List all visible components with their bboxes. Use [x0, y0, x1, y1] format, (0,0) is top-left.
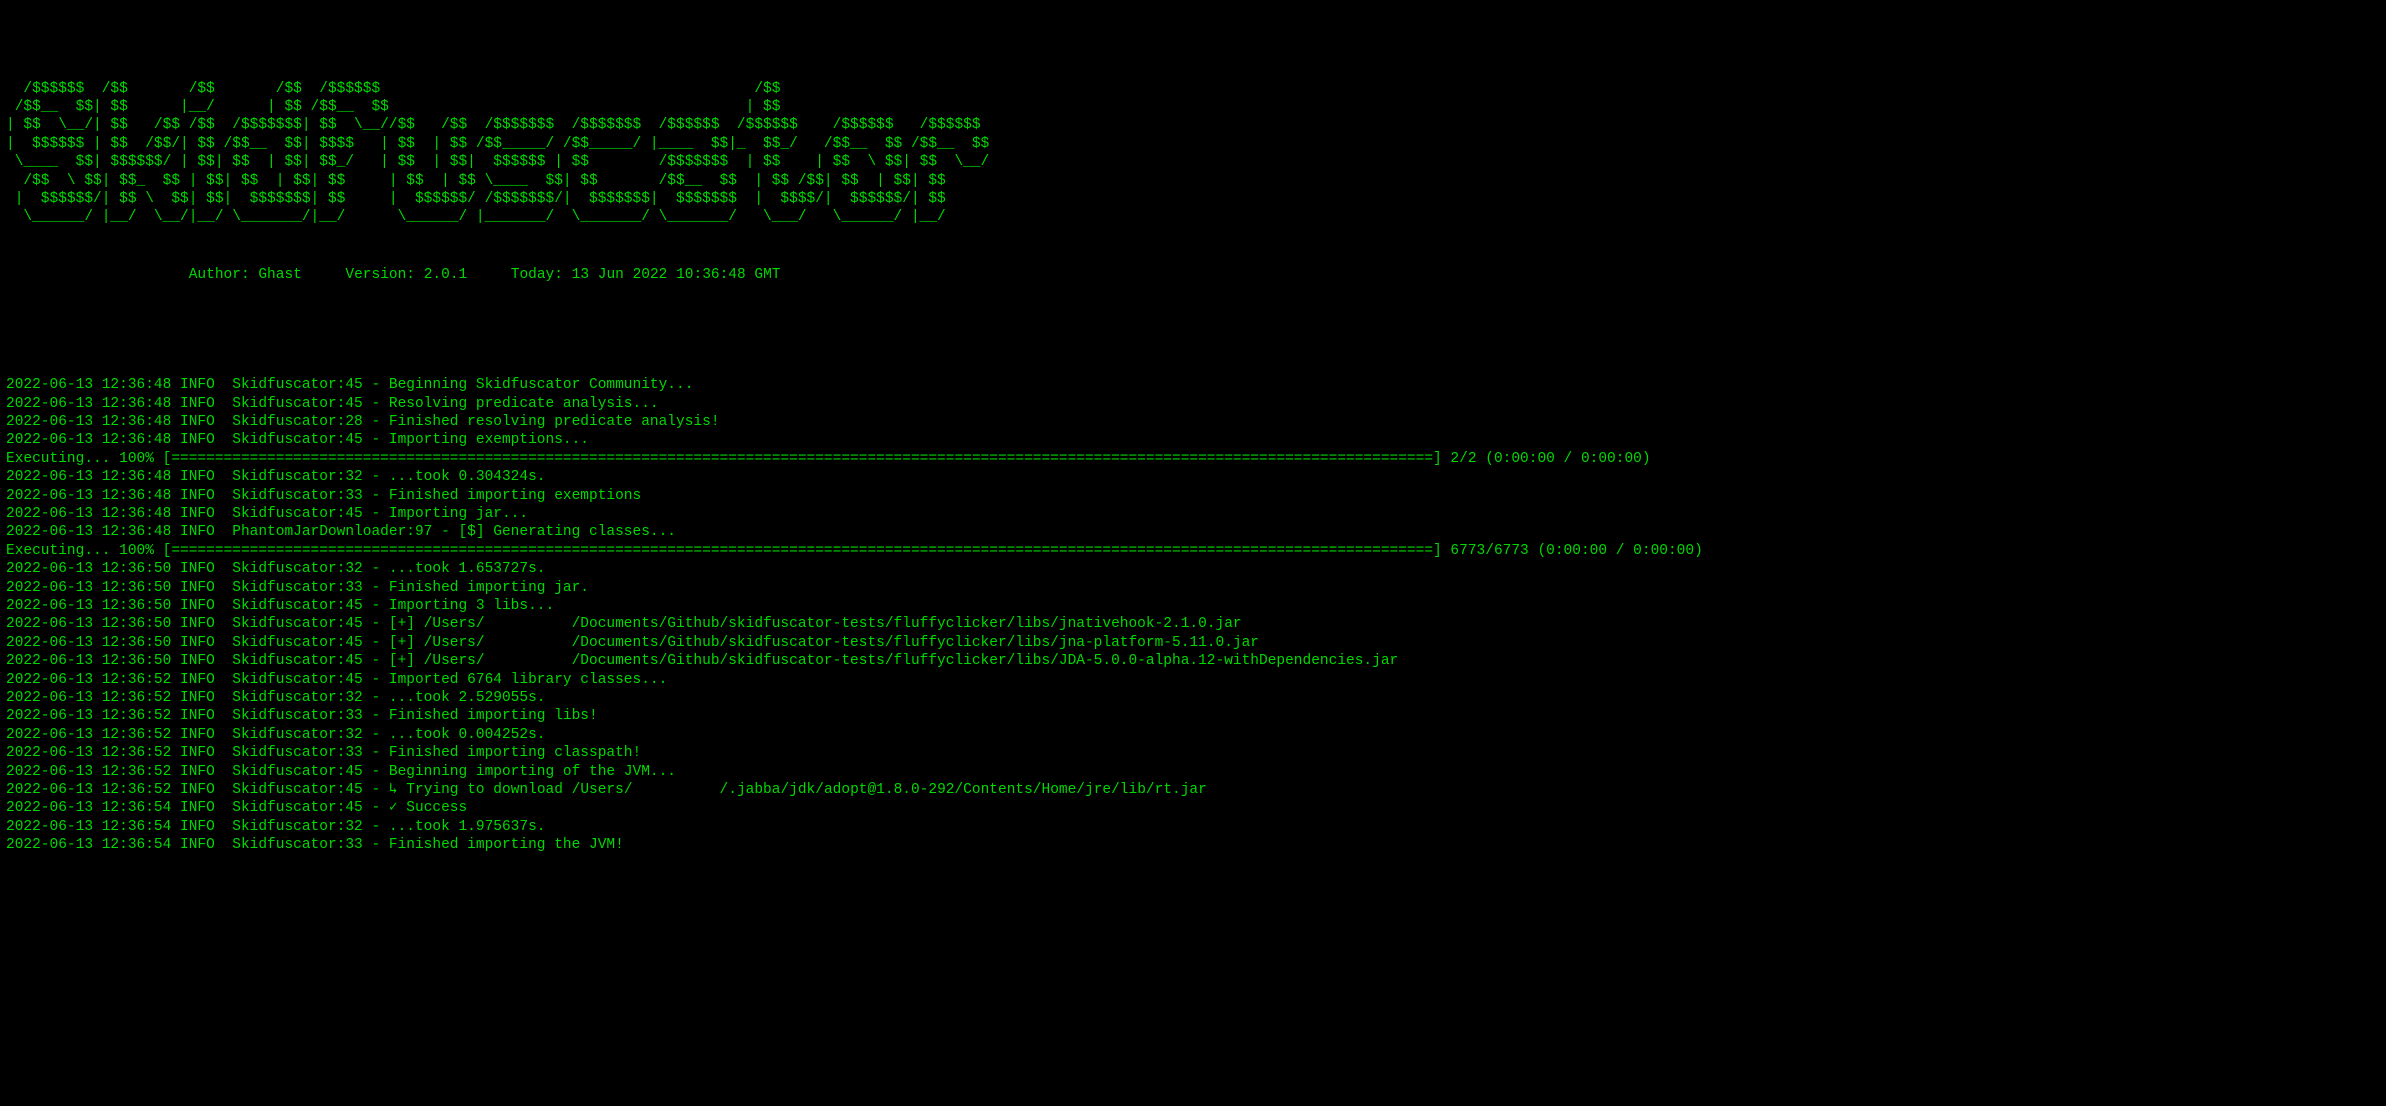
log-line: 2022-06-13 12:36:48 INFO Skidfuscator:32…	[6, 468, 2380, 486]
log-line: 2022-06-13 12:36:54 INFO Skidfuscator:32…	[6, 818, 2380, 836]
author-value: Ghast	[258, 267, 302, 283]
log-line: 2022-06-13 12:36:48 INFO Skidfuscator:45…	[6, 431, 2380, 449]
log-line: 2022-06-13 12:36:50 INFO Skidfuscator:45…	[6, 652, 2380, 670]
today-value: 13 Jun 2022 10:36:48 GMT	[572, 267, 781, 283]
progress-bar: Executing... 100% [=====================…	[6, 450, 2380, 468]
banner-info-line: Author: Ghast Version: 2.0.1 Today: 13 J…	[6, 247, 2380, 284]
version-value: 2.0.1	[424, 267, 468, 283]
log-line: 2022-06-13 12:36:48 INFO Skidfuscator:45…	[6, 505, 2380, 523]
log-line: 2022-06-13 12:36:52 INFO Skidfuscator:33…	[6, 744, 2380, 762]
log-line: 2022-06-13 12:36:50 INFO Skidfuscator:45…	[6, 634, 2380, 652]
log-line: 2022-06-13 12:36:52 INFO Skidfuscator:45…	[6, 781, 2380, 799]
author-label: Author:	[189, 267, 250, 283]
log-line: 2022-06-13 12:36:50 INFO Skidfuscator:32…	[6, 560, 2380, 578]
ascii-art-banner: /$$$$$$ /$$ /$$ /$$ /$$$$$$ /$$ /$$__ $$…	[6, 80, 2380, 227]
log-line: 2022-06-13 12:36:48 INFO PhantomJarDownl…	[6, 523, 2380, 541]
log-line: 2022-06-13 12:36:54 INFO Skidfuscator:45…	[6, 799, 2380, 817]
log-output[interactable]: 2022-06-13 12:36:48 INFO Skidfuscator:45…	[6, 376, 2380, 855]
log-line: 2022-06-13 12:36:52 INFO Skidfuscator:45…	[6, 763, 2380, 781]
log-line: 2022-06-13 12:36:54 INFO Skidfuscator:33…	[6, 836, 2380, 854]
blank-line	[6, 303, 2380, 321]
log-line: 2022-06-13 12:36:50 INFO Skidfuscator:33…	[6, 579, 2380, 597]
log-line: 2022-06-13 12:36:52 INFO Skidfuscator:32…	[6, 689, 2380, 707]
log-line: 2022-06-13 12:36:48 INFO Skidfuscator:45…	[6, 395, 2380, 413]
log-line: 2022-06-13 12:36:48 INFO Skidfuscator:28…	[6, 413, 2380, 431]
blank-line	[6, 339, 2380, 357]
log-line: 2022-06-13 12:36:52 INFO Skidfuscator:32…	[6, 726, 2380, 744]
log-line: 2022-06-13 12:36:48 INFO Skidfuscator:45…	[6, 376, 2380, 394]
log-line: 2022-06-13 12:36:50 INFO Skidfuscator:45…	[6, 597, 2380, 615]
log-line: 2022-06-13 12:36:48 INFO Skidfuscator:33…	[6, 487, 2380, 505]
progress-bar: Executing... 100% [=====================…	[6, 542, 2380, 560]
today-label: Today:	[511, 267, 563, 283]
log-line: 2022-06-13 12:36:52 INFO Skidfuscator:45…	[6, 671, 2380, 689]
log-line: 2022-06-13 12:36:50 INFO Skidfuscator:45…	[6, 615, 2380, 633]
version-label: Version:	[345, 267, 415, 283]
log-line: 2022-06-13 12:36:52 INFO Skidfuscator:33…	[6, 707, 2380, 725]
